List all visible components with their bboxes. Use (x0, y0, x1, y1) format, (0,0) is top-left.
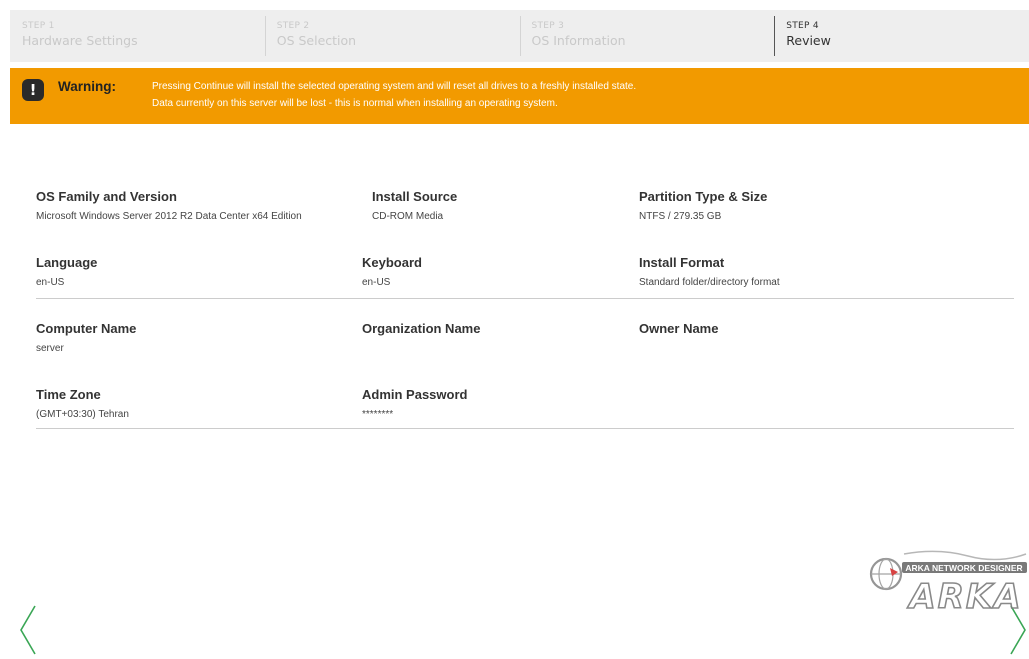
install-format-field: Install Format Standard folder/directory… (639, 254, 780, 290)
review-summary: OS Family and Version Microsoft Windows … (36, 188, 1014, 452)
field-label: Computer Name (36, 321, 137, 336)
warning-line-1: Pressing Continue will install the selec… (152, 81, 637, 92)
warning-banner: ! Warning: Pressing Continue will instal… (10, 68, 1029, 124)
step-os-selection[interactable]: STEP 2 OS Selection (264, 10, 520, 62)
field-value: CD-ROM Media (372, 211, 444, 222)
arka-watermark-logo: ARKA NETWORK DESIGNER ARKA (869, 550, 1027, 612)
review-row: Computer Name server Organization Name O… (36, 320, 1014, 386)
step-name: Hardware Settings (22, 33, 138, 48)
field-label: Partition Type & Size (639, 189, 768, 204)
step-divider-active (774, 16, 776, 56)
field-value: ******** (362, 409, 394, 420)
time-zone-field: Time Zone (GMT+03:30) Tehran (36, 386, 129, 422)
os-family-field: OS Family and Version Microsoft Windows … (36, 188, 302, 224)
field-value: (GMT+03:30) Tehran (36, 409, 129, 420)
section-divider (36, 298, 1014, 299)
field-label: OS Family and Version (36, 189, 177, 204)
field-label: Admin Password (362, 387, 468, 402)
step-hardware-settings[interactable]: STEP 1 Hardware Settings (10, 10, 265, 62)
step-number: STEP 4 (786, 21, 819, 31)
exclamation-icon: ! (22, 79, 44, 101)
field-value: Microsoft Windows Server 2012 R2 Data Ce… (36, 211, 302, 222)
review-row: OS Family and Version Microsoft Windows … (36, 188, 1014, 254)
step-name: OS Information (531, 33, 626, 48)
install-source-field: Install Source CD-ROM Media (372, 188, 457, 224)
field-label: Time Zone (36, 387, 101, 402)
organization-name-field: Organization Name (362, 320, 480, 342)
field-label: Organization Name (362, 321, 481, 336)
step-os-information[interactable]: STEP 3 OS Information (519, 10, 775, 62)
keyboard-field: Keyboard en-US (362, 254, 422, 290)
field-value: en-US (362, 277, 391, 288)
admin-password-field: Admin Password ******** (362, 386, 467, 422)
step-divider (519, 16, 521, 56)
step-divider (264, 16, 266, 56)
review-row: Language en-US Keyboard en-US Install Fo… (36, 254, 1014, 320)
language-field: Language en-US (36, 254, 97, 290)
step-number: STEP 1 (22, 21, 55, 31)
computer-name-field: Computer Name server (36, 320, 136, 356)
section-divider (36, 428, 1014, 429)
step-review[interactable]: STEP 4 Review (774, 10, 1029, 62)
field-value: NTFS / 279.35 GB (639, 211, 722, 222)
field-label: Install Format (639, 255, 725, 270)
field-value: Standard folder/directory format (639, 277, 780, 288)
field-value: server (36, 343, 64, 354)
step-number: STEP 2 (276, 21, 310, 31)
watermark-logo-text: ARKA (906, 577, 1022, 612)
warning-message: Pressing Continue will install the selec… (152, 78, 636, 112)
watermark-text: ARKA NETWORK DESIGNER (905, 563, 1022, 573)
field-label: Keyboard (362, 255, 422, 270)
step-number: STEP 3 (531, 21, 565, 31)
owner-name-field: Owner Name (639, 320, 718, 342)
field-label: Language (36, 255, 98, 270)
field-label: Owner Name (639, 321, 719, 336)
wizard-steps: STEP 1 Hardware Settings STEP 2 OS Selec… (10, 10, 1029, 62)
step-name: Review (786, 33, 831, 48)
step-name: OS Selection (276, 33, 357, 48)
chevron-left-icon[interactable] (18, 604, 38, 656)
review-row: Time Zone (GMT+03:30) Tehran Admin Passw… (36, 386, 1014, 452)
partition-field: Partition Type & Size NTFS / 279.35 GB (639, 188, 767, 224)
warning-line-2: Data currently on this server will be lo… (152, 98, 558, 109)
field-value: en-US (36, 277, 65, 288)
field-label: Install Source (372, 189, 458, 204)
warning-title: Warning: (58, 79, 116, 94)
